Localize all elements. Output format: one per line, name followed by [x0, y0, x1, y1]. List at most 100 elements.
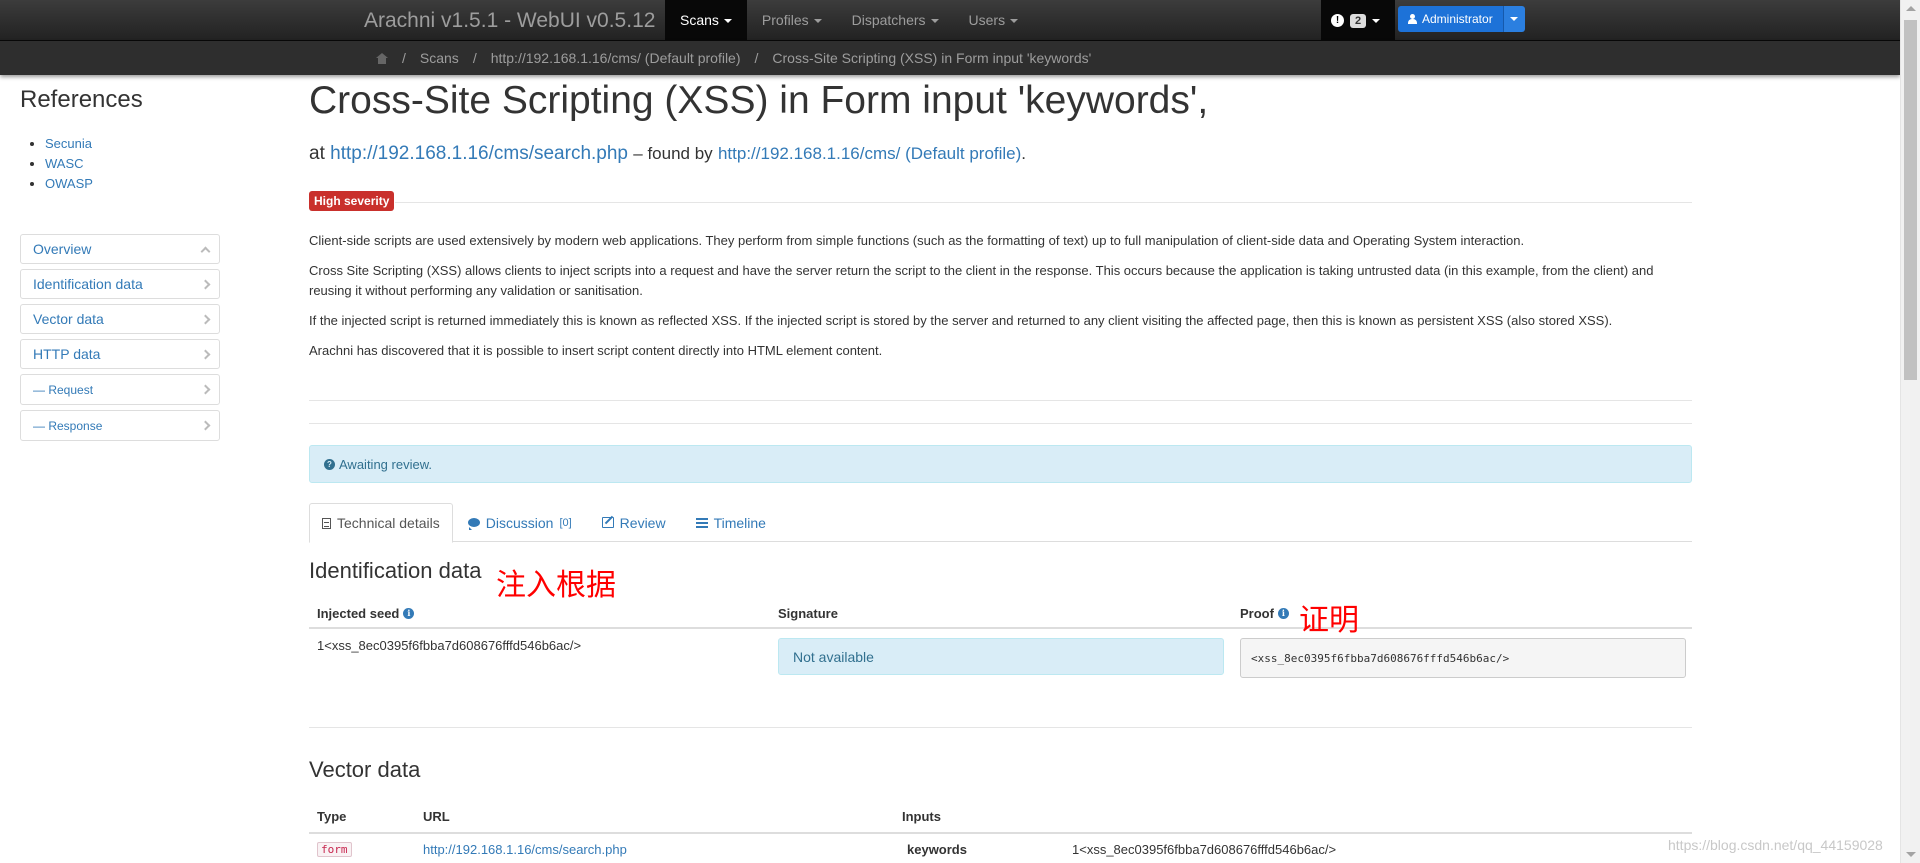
sidenav-http-label: HTTP data [33, 346, 101, 362]
header-inputs: Inputs [902, 809, 941, 824]
nav-scans[interactable]: Scans [665, 0, 747, 41]
review-status-text: Awaiting review. [339, 456, 432, 472]
chevron-right-icon [200, 420, 211, 431]
notification-count-badge: 2 [1350, 13, 1367, 28]
chevron-right-icon [200, 314, 211, 324]
sidenav-vector-data[interactable]: Vector data [20, 304, 220, 334]
description-paragraph: Client-side scripts are used extensively… [309, 233, 1525, 248]
scroll-down-arrow-icon[interactable] [1906, 852, 1916, 857]
breadcrumb-issue: Cross-Site Scripting (XSS) in Form input… [772, 50, 1092, 66]
sidenav-identification-data[interactable]: Identification data [20, 269, 220, 299]
administrator-label: Administrator [1422, 12, 1493, 26]
caret-down-icon [723, 18, 732, 23]
tab-timeline-label: Timeline [713, 514, 766, 531]
reference-item: WASC [45, 154, 93, 174]
tab-timeline[interactable]: Timeline [681, 503, 781, 542]
vector-table: Type URL Inputs form http://192.168.1.16… [309, 801, 1692, 863]
divider [309, 400, 1692, 401]
tab-review-label: Review [619, 514, 666, 531]
table-header: Injected seed i Signature Proof i [309, 599, 1692, 629]
issue-description: Client-side scripts are used extensively… [309, 231, 1692, 371]
vector-type-cell: form [309, 841, 415, 857]
administrator-button[interactable]: Administrator [1398, 6, 1503, 32]
issue-tabs: Technical details Discussion [0] Review T… [309, 503, 1692, 543]
tab-review[interactable]: Review [587, 503, 681, 542]
tab-discussion[interactable]: Discussion [0] [453, 503, 587, 542]
home-icon[interactable] [376, 52, 388, 64]
issue-url-link[interactable]: http://192.168.1.16/cms/search.php [330, 143, 628, 164]
nav-dispatchers[interactable]: Dispatchers [837, 0, 954, 41]
breadcrumb-separator: / [472, 50, 477, 66]
user-dropdown-toggle[interactable] [1502, 6, 1525, 32]
table-header: Type URL Inputs [309, 801, 1692, 834]
sidenav-request-label: — Request [33, 382, 94, 397]
references-heading: References [20, 86, 143, 113]
scan-link[interactable]: http://192.168.1.16/cms/ (Default profil… [718, 144, 1021, 163]
brand-title[interactable]: Arachni v1.5.1 - WebUI v0.5.12 [364, 0, 655, 41]
caret-down-icon [930, 18, 939, 23]
sidenav-response[interactable]: — Response [20, 410, 220, 441]
page-scrollbar[interactable] [1900, 0, 1920, 863]
seed-annotation: 注入根据 [496, 568, 616, 603]
nav-users[interactable]: Users [954, 0, 1034, 41]
sidenav-http-data[interactable]: HTTP data [20, 339, 220, 369]
reference-link-secunia[interactable]: Secunia [45, 136, 92, 151]
identification-data-heading: Identification data [309, 558, 482, 583]
nav-dispatchers-label: Dispatchers [851, 12, 926, 28]
severity-row: High severity [309, 191, 1692, 213]
reference-link-owasp[interactable]: OWASP [45, 176, 93, 191]
vector-url-link[interactable]: http://192.168.1.16/cms/search.php [423, 842, 627, 857]
divider [309, 727, 1692, 728]
file-text-icon [322, 517, 331, 529]
review-status-alert: ? Awaiting review. [309, 445, 1692, 483]
page-title: Cross-Site Scripting (XSS) in Form input… [309, 79, 1209, 122]
sidenav-response-label: — Response [33, 418, 103, 433]
injected-seed-value: 1<xss_8ec0395f6fbba7d608676fffd546b6ac/> [317, 638, 582, 653]
vector-data-heading: Vector data [309, 757, 421, 782]
sidenav-request[interactable]: — Request [20, 374, 220, 405]
nav-profiles[interactable]: Profiles [747, 0, 837, 41]
notifications-button[interactable]: ! 2 [1321, 0, 1395, 41]
chevron-right-icon [200, 279, 211, 289]
vector-type-badge: form [317, 842, 352, 857]
header-signature: Signature [778, 605, 838, 621]
comments-icon [467, 518, 480, 530]
section-nav: Overview Identification data Vector data… [20, 234, 220, 446]
user-icon [1408, 14, 1417, 24]
info-icon[interactable]: i [403, 607, 415, 619]
sidenav-overview[interactable]: Overview [20, 234, 220, 264]
breadcrumb-separator: / [402, 50, 406, 66]
breadcrumb: / Scans / http://192.168.1.16/cms/ (Defa… [376, 41, 1091, 75]
signature-value: Not available [778, 638, 1224, 675]
description-paragraph: Cross Site Scripting (XSS) allows client… [309, 263, 1654, 298]
description-paragraph: Arachni has discovered that it is possib… [309, 343, 883, 358]
chevron-right-icon [200, 349, 211, 359]
nav-users-label: Users [968, 12, 1006, 28]
header-type: Type [317, 809, 347, 824]
sidenav-identification-label: Identification data [33, 276, 143, 292]
vector-input-name: keywords [907, 841, 967, 857]
breadcrumb-scan[interactable]: http://192.168.1.16/cms/ (Default profil… [491, 50, 741, 66]
user-menu: Administrator [1398, 6, 1525, 32]
scroll-thumb[interactable] [1904, 20, 1917, 380]
breadcrumb-bar: / Scans / http://192.168.1.16/cms/ (Defa… [0, 41, 1900, 75]
header-seed-label: Injected seed [317, 605, 400, 621]
nav-scans-label: Scans [680, 12, 719, 28]
proof-annotation: 证明 [1299, 603, 1359, 638]
sidenav-overview-label: Overview [33, 241, 92, 257]
tab-discussion-label: Discussion [485, 514, 554, 531]
header-url: URL [423, 809, 450, 824]
tab-technical-label: Technical details [337, 515, 440, 531]
caret-down-icon [1510, 17, 1519, 21]
tab-technical-details[interactable]: Technical details [309, 503, 453, 543]
issue-location: at http://192.168.1.16/cms/search.php – … [309, 143, 1026, 165]
breadcrumb-separator: / [754, 50, 759, 66]
reference-link-wasc[interactable]: WASC [45, 156, 84, 171]
chevron-right-icon [200, 384, 211, 395]
info-icon[interactable]: i [1277, 607, 1289, 619]
scroll-up-arrow-icon[interactable] [1906, 6, 1916, 11]
breadcrumb-scans[interactable]: Scans [420, 50, 459, 66]
at-label: at [309, 143, 325, 164]
reference-item: Secunia [45, 134, 93, 154]
caret-down-icon [1010, 18, 1019, 23]
